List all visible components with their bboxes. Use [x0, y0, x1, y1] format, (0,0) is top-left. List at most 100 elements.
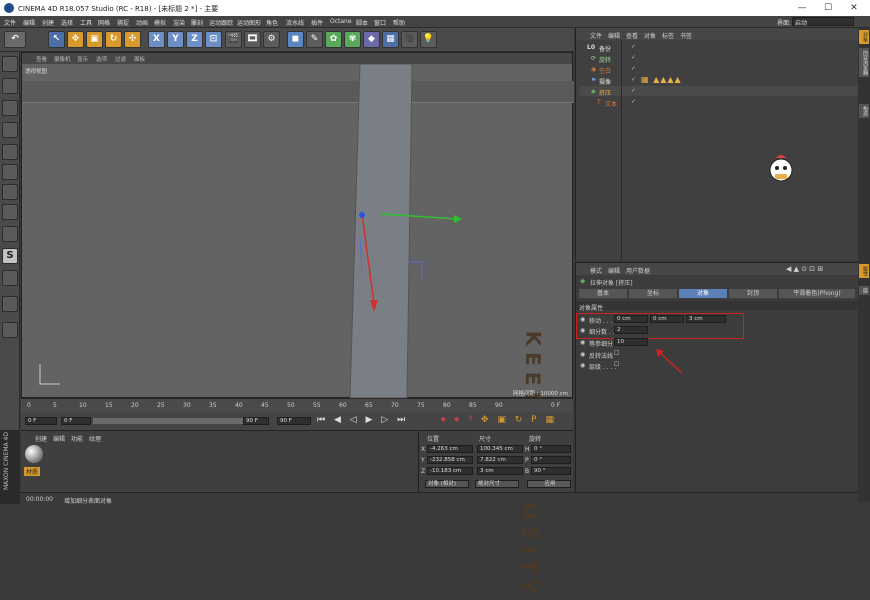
- apply-button[interactable]: 应用: [527, 480, 571, 488]
- tab-basic[interactable]: 基本: [579, 289, 627, 298]
- vp-menu-view[interactable]: 查看: [36, 55, 47, 63]
- tweak-icon[interactable]: [2, 226, 18, 242]
- menu-edit[interactable]: 编辑: [23, 18, 35, 27]
- menu-file[interactable]: 文件: [4, 18, 16, 27]
- vp-menu-panel[interactable]: 面板: [134, 55, 145, 63]
- points-mode-icon[interactable]: [2, 144, 18, 160]
- nav-arrows-icon[interactable]: ◀ ▲ ⊙ ⊡ ⊞: [786, 265, 823, 273]
- snap-icon[interactable]: S: [2, 248, 18, 264]
- preview-max-field[interactable]: 90 F: [277, 417, 311, 425]
- menu-pipeline[interactable]: 流水线: [286, 18, 304, 27]
- menu-motion-tracking[interactable]: 运动跟踪: [209, 18, 233, 27]
- size-mode-select[interactable]: 绝对尺寸: [475, 480, 519, 488]
- tab-phong[interactable]: 平滑着色(Phong): [779, 289, 855, 298]
- current-frame-field[interactable]: 0 F: [25, 417, 57, 425]
- lock-workplane-icon[interactable]: [2, 270, 18, 286]
- menu-render[interactable]: 渲染: [173, 18, 185, 27]
- menu-mograph[interactable]: 运动图形: [237, 18, 261, 27]
- timeline-ruler[interactable]: 0 5 10 15 20 25 30 35 40 45 50 55 60 65 …: [21, 398, 573, 412]
- select-arrow-icon[interactable]: ↖: [48, 31, 65, 48]
- vp-menu-filter[interactable]: 过滤: [115, 55, 126, 63]
- subdiv-field[interactable]: 2: [614, 326, 648, 334]
- light-icon[interactable]: 💡: [420, 31, 437, 48]
- close-button[interactable]: ✕: [842, 2, 866, 14]
- move-z-field[interactable]: 3 cm: [686, 315, 726, 323]
- menu-snap[interactable]: 捕捉: [117, 18, 129, 27]
- radio-icon[interactable]: ◉: [580, 362, 585, 369]
- pos-x-field[interactable]: -4.263 cm: [427, 445, 473, 453]
- menu-window[interactable]: 窗口: [374, 18, 386, 27]
- material-name[interactable]: 材质: [24, 467, 41, 476]
- planar-icon[interactable]: [2, 296, 18, 312]
- vp-menu-options[interactable]: 选项: [96, 55, 107, 63]
- undo-icon[interactable]: ↶: [4, 31, 26, 48]
- workplane-icon[interactable]: [2, 122, 18, 138]
- visibility-check-icon[interactable]: ✓: [631, 43, 636, 50]
- range-slider[interactable]: [93, 418, 263, 424]
- visibility-check-icon[interactable]: ✓: [631, 54, 636, 61]
- model-mode-icon[interactable]: [2, 78, 18, 94]
- menu-simulate[interactable]: 模拟: [154, 18, 166, 27]
- max-frame-field[interactable]: 90 F: [243, 417, 269, 425]
- side-tab-attributes[interactable]: 属性: [859, 264, 869, 278]
- record-key-icon[interactable]: ⏺ ⏺ ?: [441, 415, 476, 425]
- menu-create[interactable]: 创建: [42, 18, 54, 27]
- menu-mesh[interactable]: 网格: [98, 18, 110, 27]
- rot-p-field[interactable]: 0 °: [531, 456, 571, 464]
- mat-menu-function[interactable]: 功能: [71, 434, 83, 443]
- tab-object[interactable]: 对象: [679, 289, 727, 298]
- radio-icon[interactable]: ◉: [580, 339, 585, 346]
- cloner-icon[interactable]: ✾: [344, 31, 361, 48]
- radio-icon[interactable]: ◉: [580, 316, 585, 323]
- render-settings-icon[interactable]: ⚙: [263, 31, 280, 48]
- cube-icon[interactable]: ◼: [287, 31, 304, 48]
- om-menu-view[interactable]: 查看: [626, 31, 638, 40]
- move-icon[interactable]: ✥: [67, 31, 84, 48]
- vp-menu-display[interactable]: 显示: [77, 55, 88, 63]
- om-menu-tags[interactable]: 标签: [662, 31, 674, 40]
- mat-menu-texture[interactable]: 纹理: [89, 434, 101, 443]
- z-axis-icon[interactable]: Z: [186, 31, 203, 48]
- recent-tool-icon[interactable]: ✣: [124, 31, 141, 48]
- subdivision-icon[interactable]: ✿: [325, 31, 342, 48]
- scale-icon[interactable]: ▣: [86, 31, 103, 48]
- attr-menu-edit[interactable]: 编辑: [608, 266, 620, 275]
- attr-menu-userdata[interactable]: 用户数据: [626, 266, 650, 275]
- rotate-icon[interactable]: ↻: [105, 31, 122, 48]
- pos-z-field[interactable]: -10.183 cm: [427, 467, 473, 475]
- mat-menu-create[interactable]: 创建: [35, 434, 47, 443]
- menu-tools[interactable]: 工具: [80, 18, 92, 27]
- maximize-button[interactable]: ☐: [816, 2, 840, 14]
- tab-caps[interactable]: 封顶: [729, 289, 777, 298]
- pos-y-field[interactable]: -232.858 cm: [427, 456, 473, 464]
- min-frame-field[interactable]: 0 F: [61, 417, 91, 425]
- coord-mode-select[interactable]: 对象 (相对): [425, 480, 469, 488]
- deformer-icon[interactable]: ◆: [363, 31, 380, 48]
- menu-sculpt[interactable]: 雕刻: [191, 18, 203, 27]
- playback-controls-icon[interactable]: ⏮ ◀ ◁ ▶ ▷ ⏭: [317, 415, 408, 425]
- side-tab-objects[interactable]: 对象: [859, 30, 869, 44]
- menu-plugins[interactable]: 插件: [311, 18, 323, 27]
- om-menu-object[interactable]: 对象: [644, 31, 656, 40]
- size-x-field[interactable]: 100.345 cm: [477, 445, 523, 453]
- make-editable-icon[interactable]: [2, 56, 18, 72]
- render-picture-viewer-icon[interactable]: 🎞: [244, 31, 261, 48]
- flip-checkbox[interactable]: ☐: [614, 350, 619, 357]
- pen-spline-icon[interactable]: ✎: [306, 31, 323, 48]
- key-mode-icon[interactable]: ✥ ▣ ↻ P ▦: [481, 415, 557, 425]
- render-view-icon[interactable]: 🎬: [225, 31, 242, 48]
- size-z-field[interactable]: 3 cm: [477, 467, 523, 475]
- x-axis-icon[interactable]: X: [148, 31, 165, 48]
- menu-select[interactable]: 选择: [61, 18, 73, 27]
- axis-mode-icon[interactable]: [2, 204, 18, 220]
- hier-checkbox[interactable]: ☐: [614, 361, 619, 368]
- radio-icon[interactable]: ◉: [580, 351, 585, 358]
- rot-h-field[interactable]: 0 °: [531, 445, 571, 453]
- om-menu-edit[interactable]: 编辑: [608, 31, 620, 40]
- side-tab-content-browser[interactable]: 内容浏览器: [859, 48, 869, 77]
- menu-octane[interactable]: Octane: [330, 18, 352, 25]
- tags-icon[interactable]: ▦ ▲▲▲▲: [641, 75, 682, 84]
- menu-character[interactable]: 角色: [266, 18, 278, 27]
- tab-coord[interactable]: 坐标: [629, 289, 677, 298]
- vp-menu-camera[interactable]: 摄像机: [54, 55, 71, 63]
